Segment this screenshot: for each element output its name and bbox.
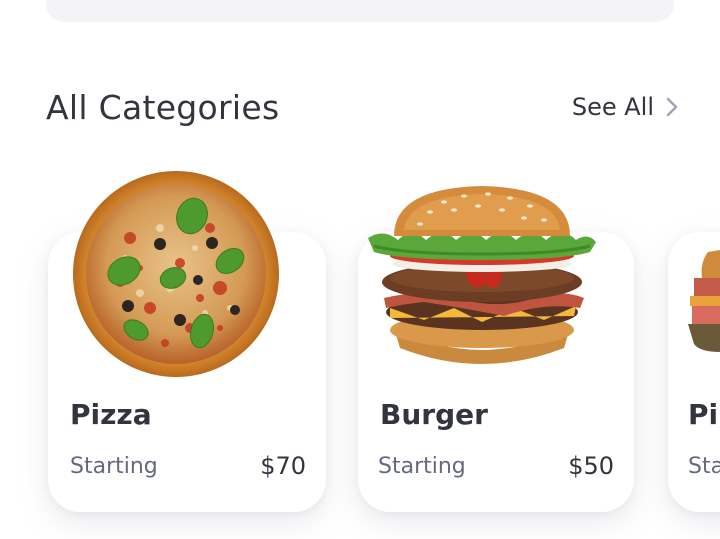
pizza-image xyxy=(73,171,279,377)
starting-label: Starting xyxy=(378,454,466,479)
category-list: Pizza Starting $70 Burger Starting $50 P… xyxy=(0,0,720,539)
categories-screen: All Categories See All Pizza Starting $7… xyxy=(0,0,720,539)
burger-image xyxy=(368,186,596,364)
category-price: $50 xyxy=(568,452,614,480)
starting-label: Starting xyxy=(70,454,158,479)
category-name: Pi xyxy=(688,398,719,431)
category-price: $70 xyxy=(260,452,306,480)
starting-label: Sta xyxy=(688,454,720,479)
category-name: Burger xyxy=(380,398,488,431)
category-name: Pizza xyxy=(70,398,152,431)
sandwich-image xyxy=(688,250,720,352)
